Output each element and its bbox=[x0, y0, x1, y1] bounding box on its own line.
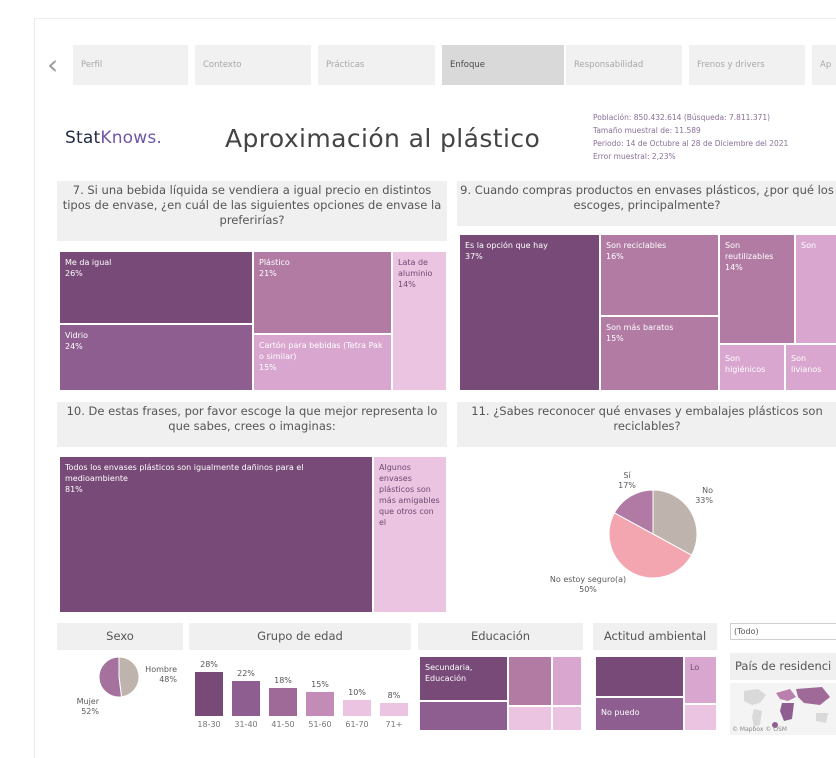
edad-filter-title: Grupo de edad bbox=[189, 623, 411, 650]
educacion-cell-4[interactable] bbox=[419, 701, 508, 731]
dashboard-page: ‹ Perfil Contexto Prácticas Enfoque Resp… bbox=[34, 18, 836, 758]
edad-bar-2[interactable] bbox=[269, 687, 297, 716]
tab-ap[interactable]: Ap bbox=[812, 45, 836, 85]
q7-cell-lata[interactable]: Lata de aluminio 14% bbox=[392, 251, 447, 391]
q9-question: 9. Cuando compras productos en envases p… bbox=[457, 181, 836, 226]
story-nav: ‹ Perfil Contexto Prácticas Enfoque Resp… bbox=[35, 45, 836, 85]
edad-bar-3[interactable] bbox=[306, 692, 334, 716]
edad-bar-4[interactable] bbox=[343, 700, 371, 716]
edad-value-label-2: 18% bbox=[274, 675, 292, 685]
edad-bar-0[interactable] bbox=[195, 672, 223, 716]
tab-enfoque[interactable]: Enfoque bbox=[442, 45, 564, 85]
q7-cell-plastico[interactable]: Plástico 21% bbox=[253, 251, 392, 334]
tab-practicas[interactable]: Prácticas bbox=[318, 45, 435, 85]
edad-category-label-0: 18-30 bbox=[197, 720, 221, 729]
q9-cell-opcion[interactable]: Es la opción que hay 37% bbox=[459, 234, 600, 391]
q11-question: 11. ¿Sabes reconocer qué envases y embal… bbox=[457, 402, 836, 447]
educacion-cell-secundaria[interactable]: Secundaria, Educación bbox=[419, 656, 508, 701]
tab-frenos-drivers[interactable]: Frenos y drivers bbox=[689, 45, 805, 85]
q10-cell-algunos[interactable]: Algunos envases plásticos son más amigab… bbox=[373, 456, 447, 613]
sexo-slice-1[interactable] bbox=[98, 656, 123, 698]
educacion-cell-3[interactable] bbox=[552, 656, 582, 706]
edad-value-label-4: 10% bbox=[348, 688, 366, 698]
actitud-cell-lo[interactable]: Lo bbox=[684, 656, 717, 704]
actitud-cell-no-puedo[interactable]: No puedo bbox=[595, 697, 684, 731]
educacion-filter-title: Educación bbox=[418, 623, 583, 650]
edad-value-label-5: 8% bbox=[387, 691, 401, 701]
info-sample-size: Tamaño muestral de: 11.589 bbox=[593, 126, 701, 135]
q11-label-si: Sí 17% bbox=[618, 471, 636, 490]
educacion-cell-5[interactable] bbox=[508, 706, 552, 731]
q9-cell-son[interactable]: Son bbox=[795, 234, 836, 344]
info-error: Error muestral: 2,23% bbox=[593, 152, 676, 161]
q7-question: 7. Si una bebida líquida se vendiera a i… bbox=[57, 181, 447, 241]
educacion-cell-6[interactable] bbox=[552, 706, 582, 731]
q9-cell-livianos[interactable]: Son livianos bbox=[785, 344, 836, 391]
edad-value-label-3: 15% bbox=[311, 680, 329, 690]
todo-dropdown[interactable]: (Todo) bbox=[730, 623, 836, 640]
statknows-logo: StatKnows. bbox=[65, 128, 163, 148]
edad-value-label-1: 22% bbox=[237, 669, 255, 679]
chevron-left-icon[interactable]: ‹ bbox=[47, 51, 69, 79]
sexo-pie[interactable] bbox=[98, 656, 140, 698]
q11-label-no-seguro: No estoy seguro(a) 50% bbox=[549, 575, 627, 594]
q9-cell-reciclables[interactable]: Son reciclables 16% bbox=[600, 234, 719, 316]
q11-label-no: No 33% bbox=[695, 486, 713, 505]
sexo-label-mujer: Mujer 52% bbox=[76, 697, 99, 716]
q7-cell-vidrio[interactable]: Vidrio 24% bbox=[59, 324, 253, 391]
tab-perfil[interactable]: Perfil bbox=[73, 45, 188, 85]
edad-category-label-2: 41-50 bbox=[271, 720, 295, 729]
world-map[interactable]: © Mapbox © OSM bbox=[730, 683, 836, 735]
q9-cell-higienicos[interactable]: Son higiénicos bbox=[719, 344, 785, 391]
tab-contexto[interactable]: Contexto bbox=[195, 45, 311, 85]
page-title: Aproximación al plástico bbox=[225, 124, 541, 153]
edad-value-label-0: 28% bbox=[200, 660, 218, 669]
actitud-cell-1[interactable] bbox=[595, 656, 684, 697]
q9-cell-reutilizables[interactable]: Son reutilizables 14% bbox=[719, 234, 795, 344]
q7-cell-carton[interactable]: Cartón para bebidas (Tetra Pak o similar… bbox=[253, 334, 392, 391]
sexo-label-hombre: Hombre 48% bbox=[145, 665, 177, 684]
pais-filter-title: País de residenci bbox=[730, 653, 836, 680]
educacion-cell-2[interactable] bbox=[508, 656, 552, 706]
edad-category-label-5: 71+ bbox=[385, 720, 403, 729]
q10-cell-todos-danio[interactable]: Todos los envases plásticos son igualmen… bbox=[59, 456, 373, 613]
edad-category-label-3: 51-60 bbox=[308, 720, 332, 729]
survey-info: Población: 850.432.614 (Búsqueda: 7.811.… bbox=[593, 111, 788, 163]
info-period: Periodo: 14 de Octubre al 28 de Diciembr… bbox=[593, 139, 789, 148]
q9-cell-baratos[interactable]: Son más baratos 15% bbox=[600, 316, 719, 391]
edad-category-label-1: 31-40 bbox=[234, 720, 258, 729]
actitud-filter-title: Actitud ambiental bbox=[593, 623, 717, 650]
actitud-cell-4[interactable] bbox=[684, 704, 717, 731]
map-attribution: © Mapbox © OSM bbox=[732, 726, 787, 733]
tab-responsabilidad[interactable]: Responsabilidad bbox=[566, 45, 682, 85]
edad-bar-5[interactable] bbox=[380, 703, 408, 716]
edad-bar-1[interactable] bbox=[232, 681, 260, 716]
sexo-filter-title: Sexo bbox=[57, 623, 183, 650]
info-population: Población: 850.432.614 (Búsqueda: 7.811.… bbox=[593, 113, 771, 122]
q7-cell-me-da-igual[interactable]: Me da igual 26% bbox=[59, 251, 253, 324]
edad-category-label-4: 61-70 bbox=[345, 720, 369, 729]
q10-question: 10. De estas frases, por favor escoge la… bbox=[57, 402, 447, 447]
